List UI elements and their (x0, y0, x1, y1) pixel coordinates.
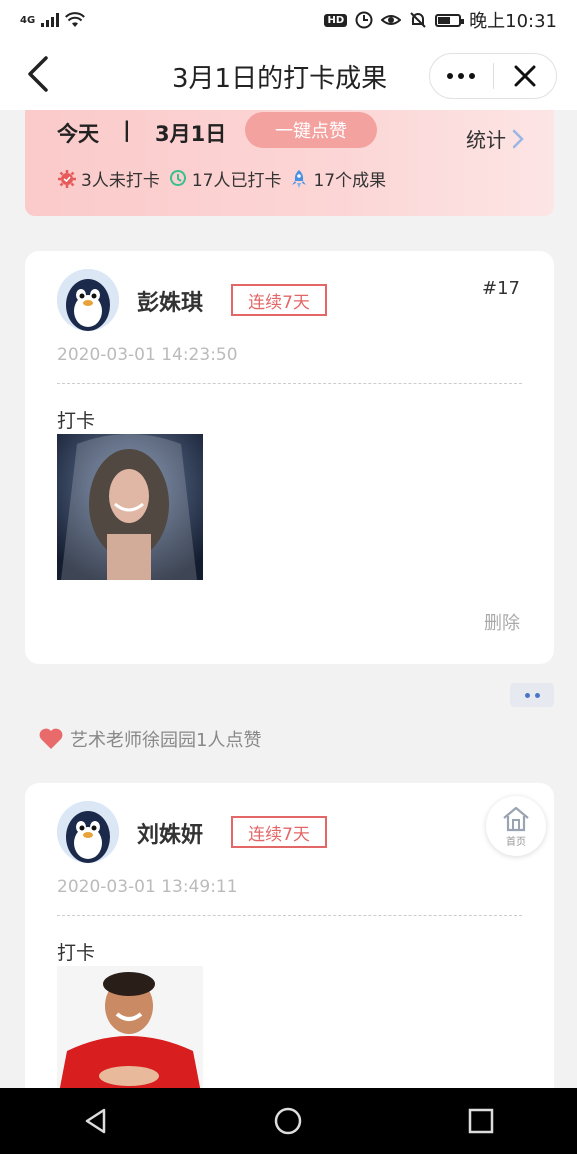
post-text: 打卡 (57, 410, 96, 432)
battery-icon (435, 13, 465, 27)
dot-icon (534, 692, 540, 698)
status-left: 4G (20, 12, 86, 28)
divider (57, 383, 522, 384)
more-button[interactable] (430, 54, 493, 98)
post-timestamp: 2020-03-01 13:49:11 (57, 877, 238, 897)
separator: | (123, 118, 131, 142)
chevron-left-icon (28, 56, 48, 92)
dot-icon (524, 692, 530, 698)
streak-badge: 连续7天 (231, 816, 327, 848)
date-label: 3月1日 (155, 122, 227, 146)
today-label: 今天 (57, 122, 99, 146)
more-dots-icon (447, 73, 476, 79)
metric-checked-text: 17人已打卡 (191, 171, 282, 191)
back-button[interactable] (18, 54, 58, 94)
data-saver-icon (355, 11, 373, 29)
network-type: 4G (20, 14, 36, 26)
system-back-button[interactable] (66, 1091, 126, 1151)
chevron-right-icon (512, 129, 524, 148)
red-gear-icon (58, 169, 76, 188)
close-icon (514, 65, 536, 87)
blue-rocket-icon (292, 169, 307, 188)
metric-results-text: 17个成果 (313, 171, 387, 191)
triangle-back-icon (85, 1108, 106, 1134)
green-clock-icon (169, 169, 186, 186)
square-recents-icon (468, 1108, 494, 1134)
wifi-icon (65, 12, 86, 27)
clock: 晚上10:31 (469, 11, 557, 32)
post-card: 彭姝琪 连续7天 #17 2020-03-01 14:23:50 打卡 删除 (25, 251, 554, 664)
avatar[interactable] (57, 269, 119, 331)
penguin-avatar-icon (57, 269, 119, 331)
post-photo[interactable] (57, 966, 203, 1103)
delete-button[interactable]: 删除 (484, 609, 520, 635)
system-nav-bar (0, 1088, 577, 1154)
like-all-button[interactable]: 一键点赞 (245, 112, 377, 148)
rank-number: #17 (482, 278, 520, 299)
mini-program-capsule (429, 53, 557, 99)
hd-badge: HD (324, 13, 348, 27)
user-name[interactable]: 彭姝琪 (137, 285, 203, 317)
system-recents-button[interactable] (451, 1091, 511, 1151)
status-bar: 4G HD 晚上10:31 (0, 0, 577, 40)
post-text: 打卡 (57, 942, 96, 964)
heart-icon (39, 728, 63, 749)
home-button[interactable]: 首页 (486, 796, 546, 856)
divider (57, 915, 522, 916)
post-card: 刘姝妍 连续7天 2020-03-01 13:49:11 打卡 (25, 783, 554, 1103)
metric-results[interactable]: 17个成果 (289, 166, 386, 191)
photo-elderly-woman (57, 966, 203, 1103)
summary-banner: 今天 | 3月1日 一键点赞 统计 3人未打卡 17人已打卡 17个成果 (25, 110, 554, 216)
nav-bar: 3月1日的打卡成果 (0, 40, 577, 110)
home-icon (503, 806, 529, 831)
likes-text[interactable]: 艺术老师徐园园1人点赞 (70, 726, 261, 752)
likes-row: 艺术老师徐园园1人点赞 (38, 726, 261, 752)
more-actions-button[interactable] (510, 683, 554, 707)
metric-unchecked-text: 3人未打卡 (81, 171, 160, 191)
metrics-row: 3人未打卡 17人已打卡 17个成果 (57, 166, 390, 191)
page-title: 3月1日的打卡成果 (172, 64, 388, 94)
stats-label: 统计 (466, 128, 506, 152)
status-right: HD 晚上10:31 (324, 7, 557, 33)
post-photo[interactable] (57, 434, 203, 580)
post-timestamp: 2020-03-01 14:23:50 (57, 345, 238, 365)
user-name[interactable]: 刘姝妍 (137, 817, 203, 849)
signal-icon (41, 13, 60, 27)
photo-veiled-girl (57, 434, 203, 580)
system-home-button[interactable] (258, 1091, 318, 1151)
penguin-avatar-icon (57, 801, 119, 863)
avatar[interactable] (57, 801, 119, 863)
mute-bell-icon (410, 12, 426, 28)
streak-badge: 连续7天 (231, 284, 327, 316)
circle-home-icon (275, 1107, 302, 1135)
metric-unchecked[interactable]: 3人未打卡 (57, 166, 160, 191)
close-button[interactable] (494, 54, 557, 98)
metric-checked[interactable]: 17人已打卡 (168, 166, 282, 191)
stats-link[interactable]: 统计 (466, 124, 524, 153)
home-label: 首页 (506, 836, 526, 848)
eye-icon (381, 15, 402, 25)
